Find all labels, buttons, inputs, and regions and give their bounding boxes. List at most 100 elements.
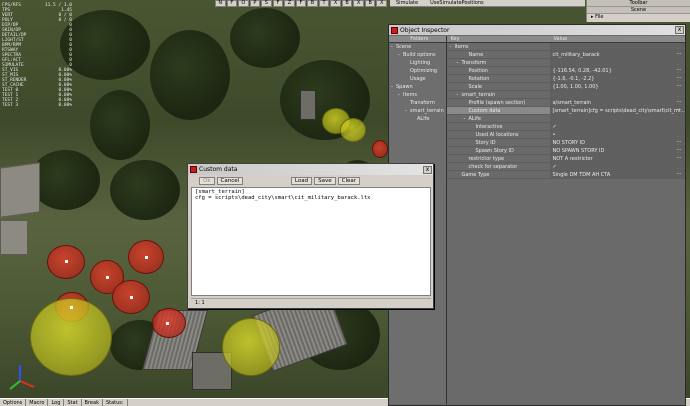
property-value[interactable]: NO STORY ID...	[550, 139, 685, 146]
cancel-button[interactable]: Cancel	[216, 176, 244, 185]
property-row[interactable]: Name cit_military_barack...	[447, 51, 685, 59]
property-value[interactable]	[550, 59, 685, 66]
viewport-toolbar-button[interactable]: S	[261, 0, 272, 7]
clear-button[interactable]: Clear	[337, 176, 360, 185]
folder-tree-item[interactable]: - Scene	[389, 43, 446, 51]
property-row[interactable]: Used AI locations •	[447, 131, 685, 139]
custom-data-textarea[interactable]: [smart_terrain] cfg = scripts\dead_city\…	[191, 187, 431, 296]
property-value[interactable]: NOT A restrictor...	[550, 155, 685, 162]
folder-tree-item[interactable]: Usage	[389, 75, 446, 83]
property-row[interactable]: - Transform	[447, 59, 685, 67]
property-row[interactable]: Position {-116.54, 0.28, -42.01}...	[447, 67, 685, 75]
close-icon[interactable]: x	[423, 165, 432, 174]
property-value[interactable]: {-116.54, 0.28, -42.01}...	[550, 67, 685, 74]
toolbar-title: Toolbar	[587, 0, 690, 7]
ellipsis-button[interactable]: ...	[675, 139, 683, 146]
property-row[interactable]: Game Type Single DM TDM AH CTA...	[447, 171, 685, 179]
folder-tree-item[interactable]: Optimizing	[389, 67, 446, 75]
save-button[interactable]: Save	[314, 176, 336, 185]
property-value[interactable]	[550, 43, 685, 50]
status-bar-item[interactable]: Break	[82, 399, 103, 406]
folder-tree-item[interactable]: - Spawn	[389, 83, 446, 91]
viewport-toolbar-button[interactable]: B	[307, 0, 318, 7]
viewport-toolbar-button[interactable]: B	[364, 0, 376, 7]
property-row[interactable]: restrictor type NOT A restrictor...	[447, 155, 685, 163]
inspector-titlebar[interactable]: Object Inspector x	[389, 25, 685, 35]
property-value[interactable]: {1.00, 1.00, 1.00}...	[550, 83, 685, 90]
viewport-toolbar-button[interactable]: X	[330, 0, 341, 7]
ellipsis-button[interactable]: ...	[675, 171, 683, 178]
viewport-toolbar-button[interactable]: B	[341, 0, 353, 7]
property-value[interactable]: {-1.6, -0.1, -2.2}...	[550, 75, 685, 82]
ellipsis-button[interactable]: ...	[675, 155, 683, 162]
property-row[interactable]: - smart_terrain	[447, 91, 685, 99]
property-row[interactable]: Spawn Story ID NO SPAWN STORY ID...	[447, 147, 685, 155]
viewport-toolbar-button[interactable]: F	[295, 0, 307, 7]
viewport-toolbar-button[interactable]: O	[238, 0, 249, 7]
property-value[interactable]	[550, 91, 685, 98]
property-row[interactable]: check for separator ✓	[447, 163, 685, 171]
load-button[interactable]: Load	[290, 176, 313, 185]
folder-tree-item[interactable]: ALife	[389, 115, 446, 123]
ellipsis-button[interactable]: ...	[675, 99, 683, 106]
dialog-titlebar[interactable]: Custom data x	[188, 164, 433, 175]
simulate-button[interactable]: Simulate	[390, 0, 424, 6]
status-bar-item: Status:	[103, 399, 128, 406]
viewport-toolbar-button[interactable]: X	[353, 0, 364, 7]
ok-button[interactable]: Ok	[199, 176, 215, 185]
app-icon	[190, 166, 197, 173]
viewport-toolbar-button[interactable]: N	[215, 0, 226, 7]
status-bar-item[interactable]: Stat	[64, 399, 82, 406]
property-row[interactable]: Custom data [smart_terrain]cfg = scripts\…	[447, 107, 685, 115]
ellipsis-button[interactable]: ...	[675, 107, 683, 114]
property-value[interactable]: Single DM TDM AH CTA...	[550, 171, 685, 178]
property-value[interactable]: a/smart_terrain...	[550, 99, 685, 106]
folder-tree-item[interactable]: - Items	[389, 91, 446, 99]
file-menu[interactable]: ▸ File	[587, 14, 690, 21]
property-value[interactable]: cit_military_barack...	[550, 51, 685, 58]
ellipsis-button[interactable]: ...	[675, 51, 683, 58]
close-icon[interactable]: x	[675, 26, 684, 34]
property-row[interactable]: - ALife	[447, 115, 685, 123]
property-value[interactable]: ✓	[550, 163, 685, 170]
property-value[interactable]: ✓	[550, 123, 685, 130]
ellipsis-button[interactable]: ...	[675, 67, 683, 74]
property-row[interactable]: - Items	[447, 43, 685, 51]
yellow-zone-sphere[interactable]	[30, 298, 112, 376]
spawn-marker	[70, 306, 73, 309]
property-value[interactable]: [smart_terrain]cfg = scripts\dead_city\s…	[550, 107, 685, 114]
property-row[interactable]: Interactive ✓	[447, 123, 685, 131]
status-bar-item[interactable]: Options	[0, 399, 27, 406]
red-zone-sphere[interactable]	[152, 308, 186, 338]
viewport-toolbar-button[interactable]: X	[376, 0, 387, 7]
viewport-toolbar-button[interactable]: T	[318, 0, 330, 7]
property-row[interactable]: Story ID NO STORY ID...	[447, 139, 685, 147]
folder-label: Build options	[403, 52, 436, 58]
yellow-zone-sphere[interactable]	[222, 318, 280, 376]
folder-tree-item[interactable]: - smart_terrain	[389, 107, 446, 115]
status-bar-item[interactable]: Log	[48, 399, 65, 406]
ellipsis-button[interactable]: ...	[675, 83, 683, 90]
viewport-toolbar-button[interactable]: F	[272, 0, 284, 7]
property-row[interactable]: Scale {1.00, 1.00, 1.00}...	[447, 83, 685, 91]
folder-label: ALife	[417, 116, 430, 122]
folder-tree-item[interactable]: - Build options	[389, 51, 446, 59]
use-simulate-positions-button[interactable]: UseSimulatePositions	[424, 0, 490, 6]
property-value[interactable]: NO SPAWN STORY ID...	[550, 147, 685, 154]
folder-tree-item[interactable]: Transform	[389, 99, 446, 107]
property-value[interactable]	[550, 115, 685, 122]
viewport-toolbar-button[interactable]: Z	[284, 0, 295, 7]
property-row[interactable]: Profile (spawn section) a/smart_terrain..…	[447, 99, 685, 107]
folder-tree-item[interactable]: Lighting	[389, 59, 446, 67]
property-value[interactable]: •	[550, 131, 685, 138]
status-bar-item[interactable]: Macro	[26, 399, 49, 406]
ellipsis-button[interactable]: ...	[675, 147, 683, 154]
editor-line: cfg = scripts\dead_city\smart\cit_milita…	[195, 195, 371, 201]
scene-tab[interactable]: Scene	[587, 7, 690, 14]
viewport-toolbar-button[interactable]: P	[249, 0, 261, 7]
yellow-zone-sphere[interactable]	[340, 118, 366, 142]
ellipsis-button[interactable]: ...	[675, 75, 683, 82]
red-zone-sphere[interactable]	[372, 140, 388, 158]
viewport-toolbar-button[interactable]: F	[226, 0, 238, 7]
property-row[interactable]: Rotation {-1.6, -0.1, -2.2}...	[447, 75, 685, 83]
